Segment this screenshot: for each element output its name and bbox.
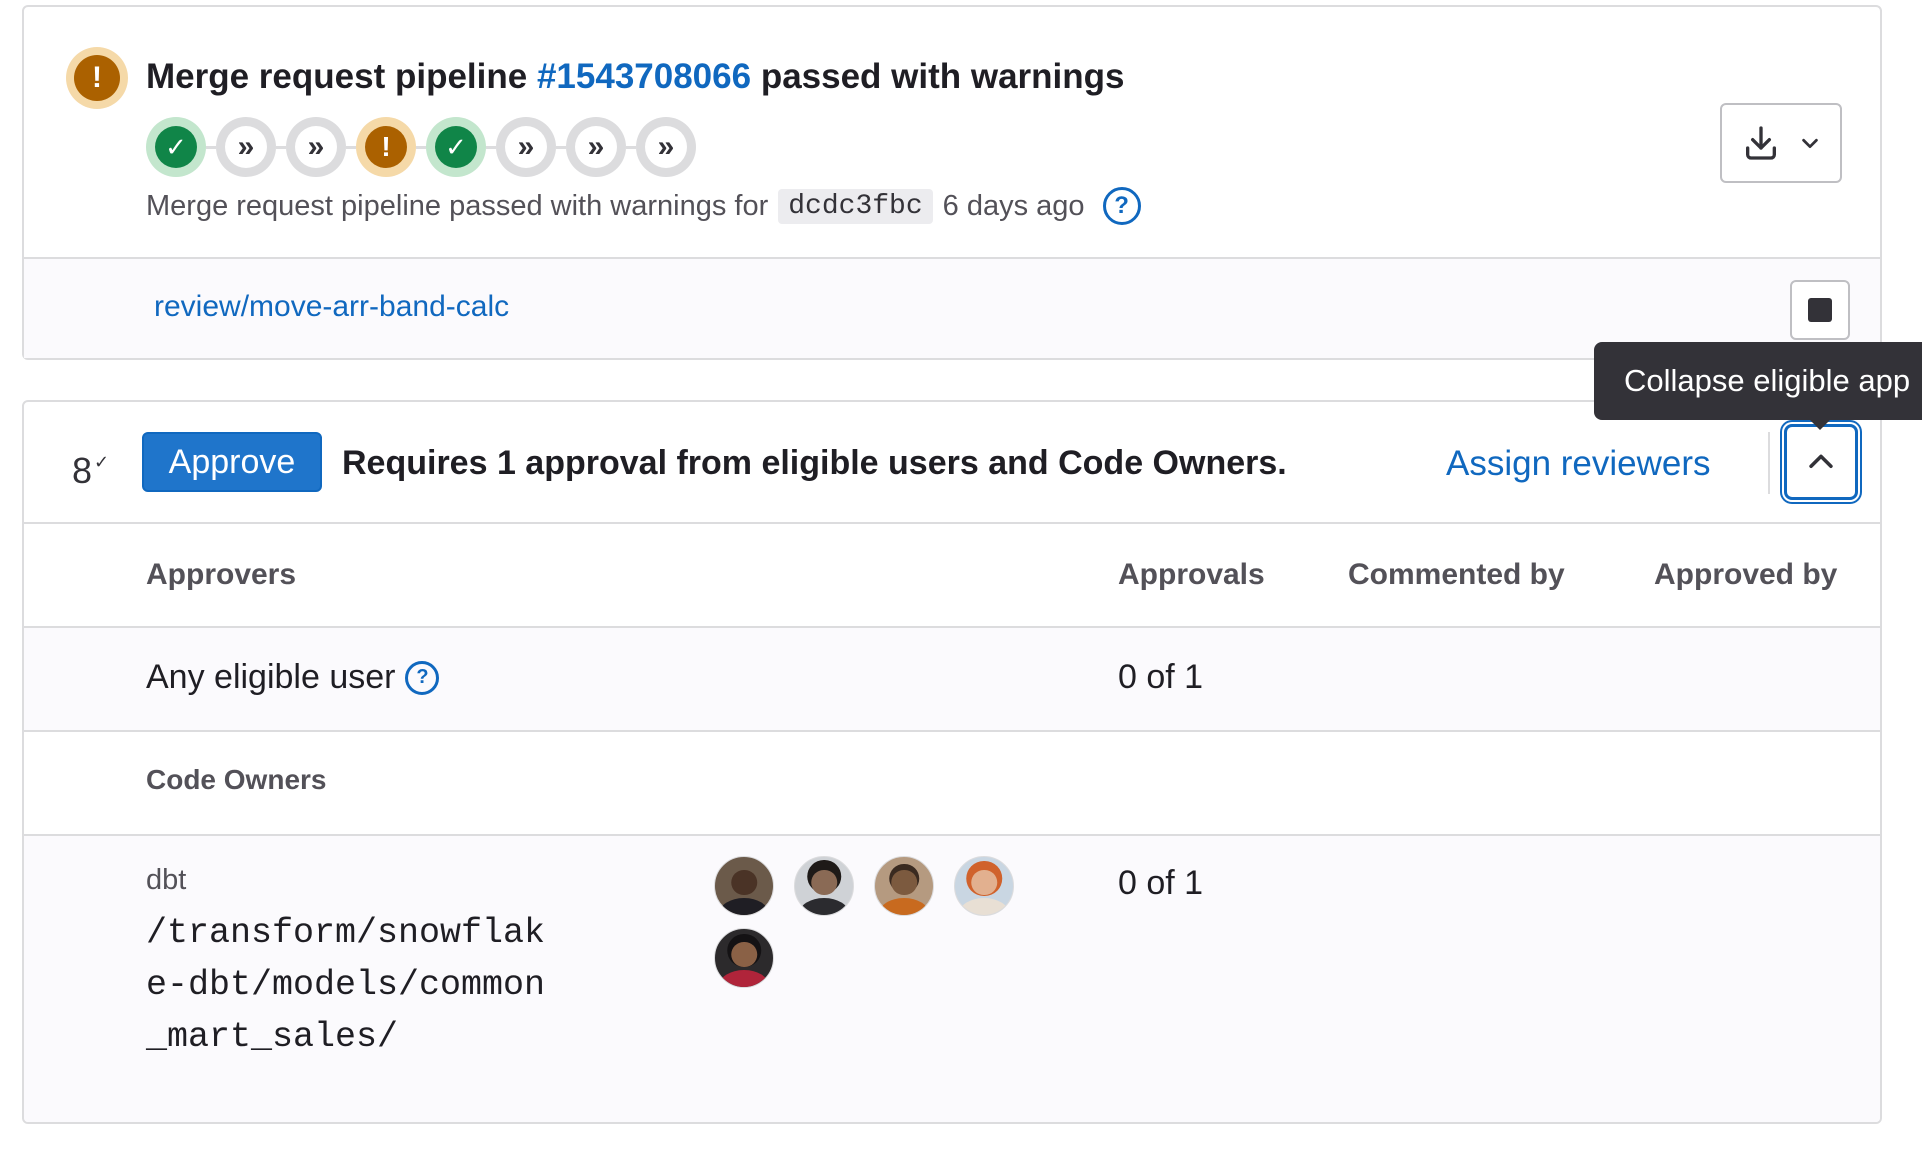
column-approvals: Approvals: [1118, 558, 1265, 591]
approval-count-value: 8: [72, 450, 93, 491]
any-eligible-user-label: Any eligible user: [146, 658, 396, 696]
chevron-up-icon: [1809, 454, 1833, 469]
stage-success-icon[interactable]: ✓: [426, 117, 486, 177]
download-icon: [1746, 126, 1776, 160]
pipeline-widget: ! Merge request pipeline #1543708066 pas…: [22, 5, 1882, 360]
chevron-down-icon: [1802, 138, 1818, 149]
question-circle-icon[interactable]: ?: [405, 660, 440, 695]
avatar[interactable]: [794, 856, 854, 916]
approvers-table-header: [24, 524, 1880, 626]
pipeline-id-link[interactable]: #1543708066: [537, 57, 751, 96]
pipeline-subtitle: Merge request pipeline passed with warni…: [146, 187, 1141, 225]
stage-connector: [346, 145, 356, 149]
avatar[interactable]: [714, 928, 774, 988]
approval-count: 8 ✓: [72, 450, 109, 492]
column-commented-by: Commented by: [1348, 558, 1565, 591]
check-small-icon: ✓: [94, 452, 110, 472]
environment-link[interactable]: review/move-arr-band-calc: [154, 290, 509, 324]
collapse-tooltip: Collapse eligible app: [1594, 342, 1922, 420]
collapse-approvers-button[interactable]: [1784, 424, 1858, 500]
divider: [1768, 432, 1770, 494]
column-approvers: Approvers: [146, 558, 297, 591]
stage-skipped-icon[interactable]: »: [216, 117, 276, 177]
stage-connector: [626, 145, 636, 149]
pipeline-title-suffix: passed with warnings: [760, 57, 1125, 96]
code-owner-approvals: 0 of 1: [1118, 864, 1204, 902]
commit-sha[interactable]: dcdc3fbc: [778, 188, 933, 224]
avatar[interactable]: [954, 856, 1014, 916]
avatar[interactable]: [714, 856, 774, 916]
code-owner-rule-path: /transform/snowflake-dbt/models/common_m…: [146, 913, 546, 1057]
stage-skipped-icon[interactable]: »: [496, 117, 556, 177]
pipeline-title-prefix: Merge request pipeline: [146, 57, 528, 96]
stage-connector: [206, 145, 216, 149]
divider: [24, 257, 1880, 259]
approve-button[interactable]: Approve: [142, 432, 322, 492]
pipeline-mini-graph: ✓ » » ! ✓ » » »: [146, 117, 696, 177]
pipeline-subtitle-text: Merge request pipeline passed with warni…: [146, 189, 769, 222]
question-circle-icon[interactable]: ?: [1102, 187, 1141, 225]
stage-success-icon[interactable]: ✓: [146, 117, 206, 177]
stage-connector: [486, 145, 496, 149]
stage-connector: [556, 145, 566, 149]
approvals-widget: 8 ✓ Approve Requires 1 approval from elig…: [22, 400, 1882, 1124]
stage-skipped-icon[interactable]: »: [636, 117, 696, 177]
download-artifacts-button[interactable]: [1720, 103, 1842, 183]
approval-requirement-text: Requires 1 approval from eligible users …: [342, 444, 1287, 482]
stage-skipped-icon[interactable]: »: [286, 117, 346, 177]
stage-connector: [416, 145, 426, 149]
pipeline-title: Merge request pipeline #1543708066 passe…: [146, 57, 1125, 97]
column-approved-by: Approved by: [1654, 558, 1838, 591]
code-owner-rule-name: dbt: [146, 864, 187, 896]
stop-environment-button[interactable]: [1790, 280, 1850, 340]
assign-reviewers-link[interactable]: Assign reviewers: [1446, 444, 1711, 484]
stage-connector: [276, 145, 286, 149]
code-owners-heading: Code Owners: [146, 764, 327, 795]
stop-icon: [1808, 298, 1832, 322]
eligible-approvers-avatars: [714, 856, 1054, 988]
any-eligible-approvals: 0 of 1: [1118, 658, 1204, 696]
pipeline-status-warning-icon[interactable]: !: [66, 47, 128, 109]
stage-warning-icon[interactable]: !: [356, 117, 416, 177]
tooltip-arrow: [1810, 420, 1830, 430]
avatar[interactable]: [874, 856, 934, 916]
any-eligible-user-cell: Any eligible user ?: [146, 658, 440, 697]
pipeline-time-ago: 6 days ago: [942, 189, 1085, 222]
stage-skipped-icon[interactable]: »: [566, 117, 626, 177]
